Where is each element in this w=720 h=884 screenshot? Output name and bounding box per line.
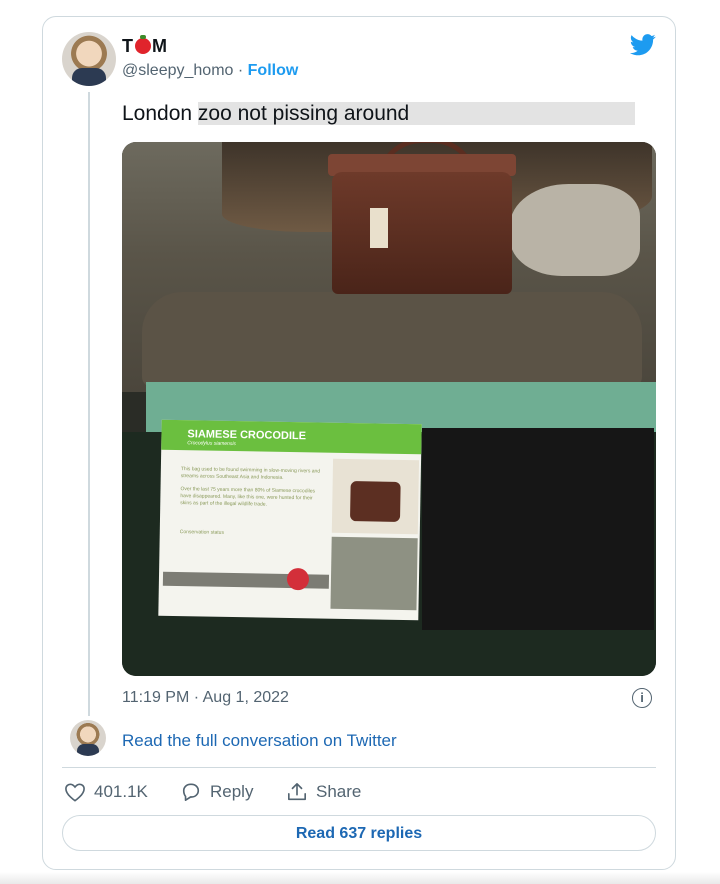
share-label: Share xyxy=(316,782,362,801)
thread-line xyxy=(88,92,90,716)
divider xyxy=(62,767,656,768)
author-name-prefix: T xyxy=(122,36,134,56)
bottom-shadow xyxy=(0,872,720,884)
crocodile-handbag xyxy=(332,172,512,294)
sign-paragraph-1: This bag used to be found swimming in sl… xyxy=(180,466,321,481)
sign-text: This bag used to be found swimming in sl… xyxy=(180,466,321,538)
author-handle-row: @sleepy_homo · Follow xyxy=(122,62,298,80)
info-icon[interactable]: i xyxy=(632,688,652,708)
bag-tag xyxy=(370,208,388,248)
info-sign: SIAMESE CROCODILE Crocodylus siamensis T… xyxy=(158,419,422,621)
black-plate xyxy=(422,428,654,630)
rock xyxy=(510,184,640,276)
sign-title: SIAMESE CROCODILE Crocodylus siamensis xyxy=(161,419,422,455)
share-icon xyxy=(288,783,306,801)
tweet-photo[interactable]: SIAMESE CROCODILE Crocodylus siamensis T… xyxy=(122,142,656,676)
reply-icon xyxy=(182,783,200,801)
author-name[interactable]: TM xyxy=(122,35,168,57)
like-count: 401.1K xyxy=(94,782,148,801)
read-conversation-link[interactable]: Read the full conversation on Twitter xyxy=(122,731,397,751)
tomato-icon xyxy=(135,35,151,54)
share-button[interactable]: Share xyxy=(286,782,361,802)
reply-button[interactable]: Reply xyxy=(180,782,253,802)
sign-status-label: Conservation status xyxy=(179,529,225,536)
tweet-text: London zoo not pissing around xyxy=(122,100,636,128)
sign-paragraph-2: Over the last 75 years more than 80% of … xyxy=(180,486,316,508)
author-handle[interactable]: @sleepy_homo xyxy=(122,62,233,79)
follow-button[interactable]: Follow xyxy=(248,62,299,79)
sign-crocodile-photo xyxy=(330,536,418,611)
handle-separator: · xyxy=(233,62,248,79)
read-replies-button[interactable]: Read 637 replies xyxy=(62,815,656,851)
like-button[interactable]: 401.1K xyxy=(64,782,148,802)
avatar[interactable] xyxy=(62,32,116,86)
timestamp[interactable]: 11:19 PM · Aug 1, 2022 xyxy=(122,689,289,707)
twitter-bird-icon[interactable] xyxy=(630,34,656,56)
sign-bag-photo xyxy=(331,458,420,535)
soil xyxy=(142,292,642,387)
reply-label: Reply xyxy=(210,782,254,801)
tweet-text-highlighted: zoo not pissing around xyxy=(197,102,636,125)
author-name-suffix: M xyxy=(152,36,168,56)
avatar-body xyxy=(72,68,106,86)
heart-icon xyxy=(65,783,85,802)
small-avatar[interactable] xyxy=(70,720,106,756)
small-avatar-body xyxy=(77,744,99,756)
tweet-text-plain: London xyxy=(122,102,198,125)
